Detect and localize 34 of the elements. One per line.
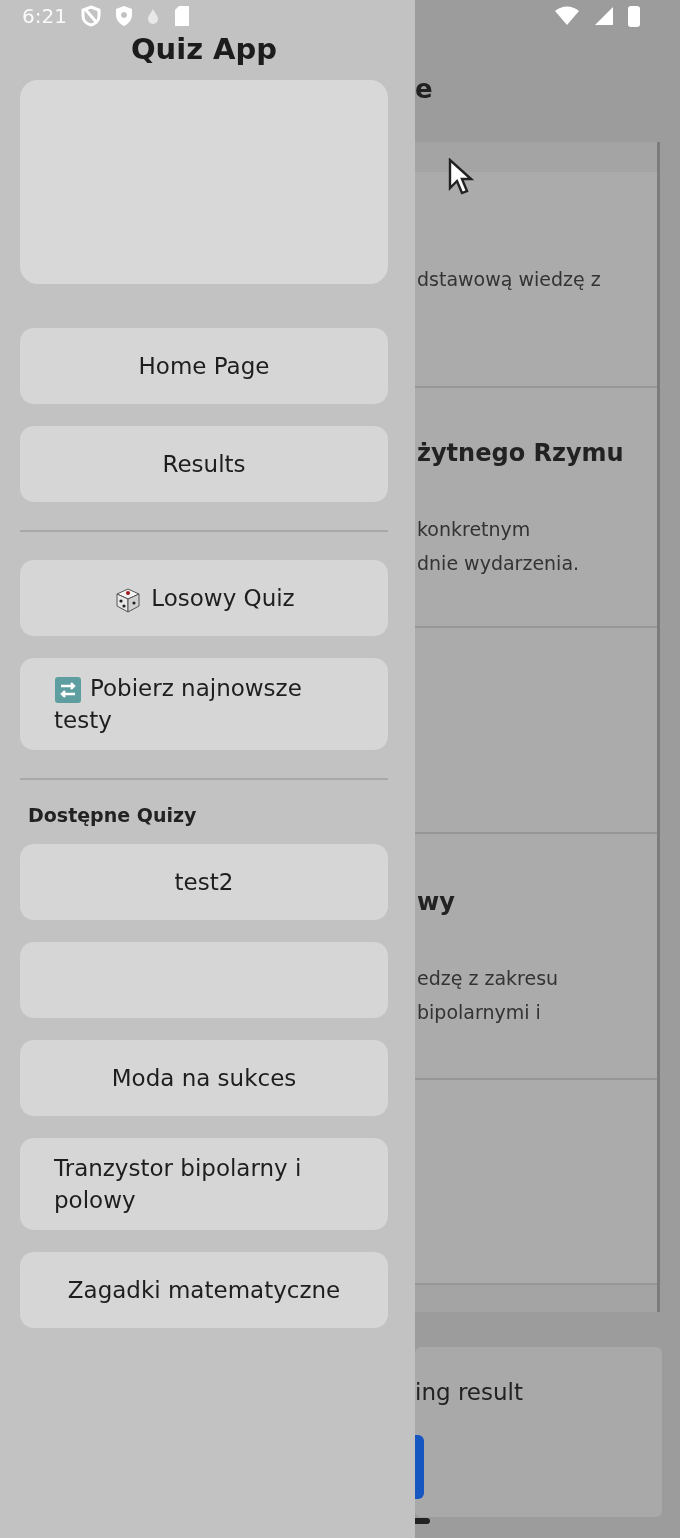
quiz-button[interactable]: Zagadki matematyczne [20,1252,388,1328]
card-description: edzę z zakresu [417,966,560,990]
cursor-icon [448,158,474,196]
quiz-card[interactable] [415,628,657,834]
quiz-button[interactable]: Moda na sukces [20,1040,388,1116]
card-description: dnie wydarzenia. [417,551,581,575]
quiz-card[interactable]: wy edzę z zakresu bipolarnymi i [415,834,657,1080]
screen-title: e [415,74,433,104]
clock: 6:21 [22,4,67,28]
quiz-button[interactable]: test2 [20,844,388,920]
nav-button[interactable]: Results [20,426,388,502]
drop-icon [146,8,159,24]
quiz-button[interactable]: Tranzystor bipolarny i polowy [20,1138,388,1230]
quiz-card[interactable]: żytnego Rzymu konkretnym dnie wydarzenia. [415,388,657,628]
app-title: Quiz App [130,32,278,66]
wifi-icon [554,6,580,26]
shield-icon [114,5,133,27]
card-description: bipolarnymi i [417,1000,542,1024]
shield-slash-icon [80,5,101,27]
nav-button[interactable]: Home Page [20,328,388,404]
action-button[interactable]: Pobierz najnowsze testy [20,658,388,750]
section-title: Dostępne Quizy [27,804,198,826]
action-button[interactable] [415,1435,424,1499]
action-button[interactable]: Losowy Quiz [20,560,388,636]
arrows-icon [54,675,82,704]
card-description: dstawową wiedzę z [417,267,602,291]
quiz-card[interactable]: dstawową wiedzę z [415,172,657,388]
result-text: ing result [415,1379,524,1405]
quiz-card[interactable] [415,1080,657,1285]
signal-icon [594,6,614,26]
battery-icon [628,5,640,27]
card-title: wy [417,888,456,916]
card-title: żytnego Rzymu [417,439,625,467]
card-description: konkretnym [417,517,532,541]
